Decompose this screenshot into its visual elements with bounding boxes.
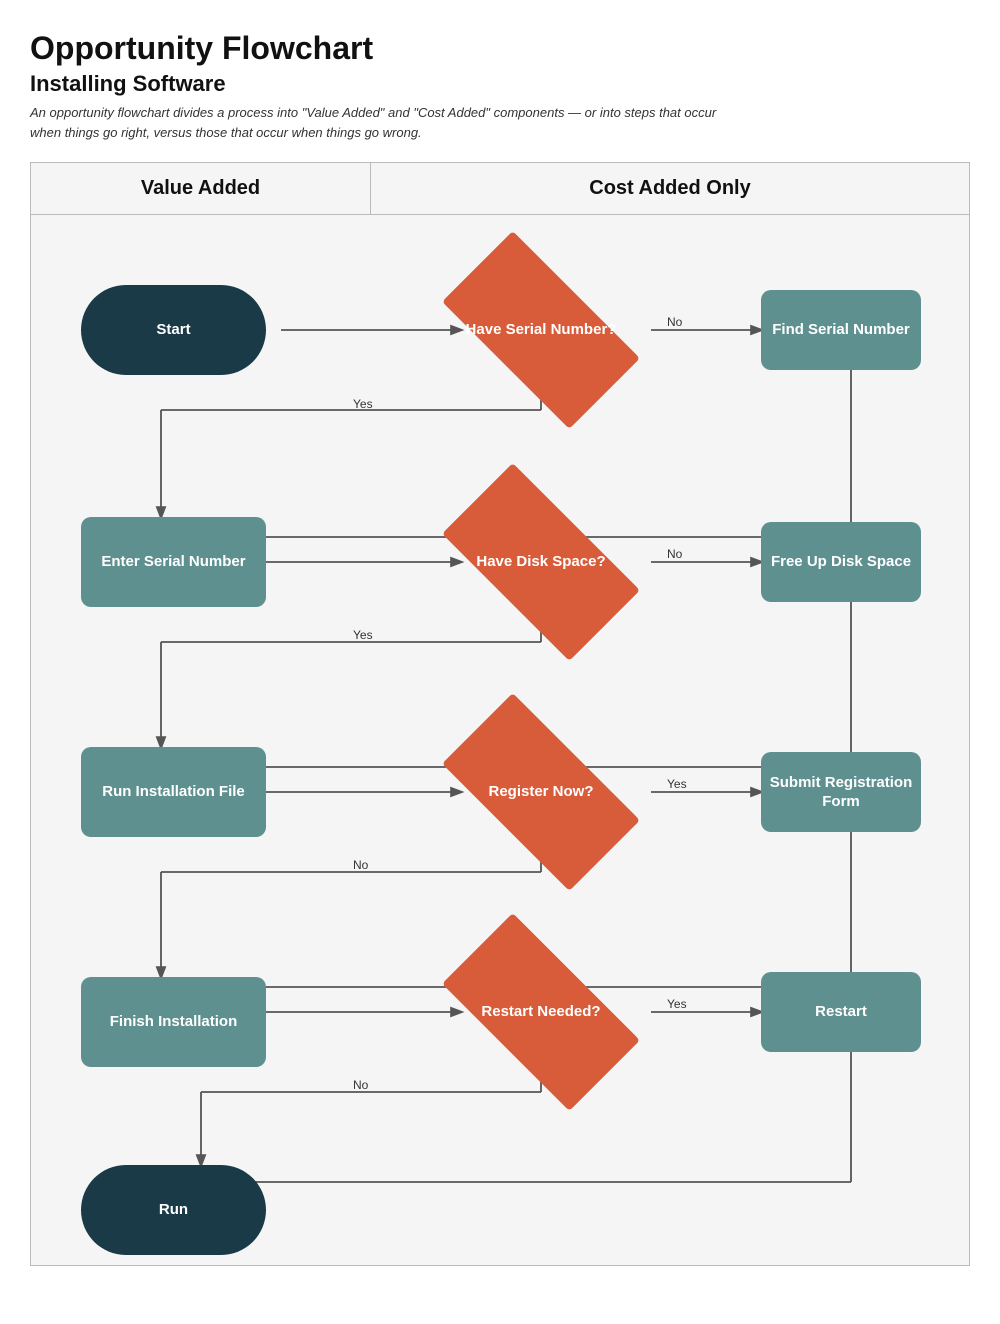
label-no-disk: No [667,547,682,561]
node-find-serial: Find Serial Number [761,290,921,370]
label-no-register: No [353,858,368,872]
node-restart-needed: Restart Needed? [451,962,631,1062]
header-value-added: Value Added [31,163,371,214]
page-description: An opportunity flowchart divides a proce… [30,103,730,142]
node-enter-serial: Enter Serial Number [81,517,266,607]
node-run: Run [81,1165,266,1255]
header-cost-added: Cost Added Only [371,163,969,214]
node-run-install: Run Installation File [81,747,266,837]
label-yes-serial: Yes [353,397,373,411]
label-no-restart: No [353,1078,368,1092]
node-have-disk: Have Disk Space? [451,512,631,612]
label-yes-register: Yes [667,777,687,791]
label-yes-restart: Yes [667,997,687,1011]
node-restart: Restart [761,972,921,1052]
node-finish-install: Finish Installation [81,977,266,1067]
node-submit-reg: Submit Registration Form [761,752,921,832]
node-start: Start [81,285,266,375]
node-register-now: Register Now? [451,742,631,842]
node-free-disk: Free Up Disk Space [761,522,921,602]
node-have-serial: Have Serial Number? [451,280,631,380]
flowchart-header: Value Added Cost Added Only [31,163,969,215]
page-subtitle: Installing Software [30,71,970,97]
page-title: Opportunity Flowchart [30,30,970,67]
label-yes-disk: Yes [353,628,373,642]
flowchart-body: No Yes No Yes Yes No Yes No Start Have S… [31,215,969,1265]
flowchart: Value Added Cost Added Only [30,162,970,1266]
label-no-serial: No [667,315,682,329]
